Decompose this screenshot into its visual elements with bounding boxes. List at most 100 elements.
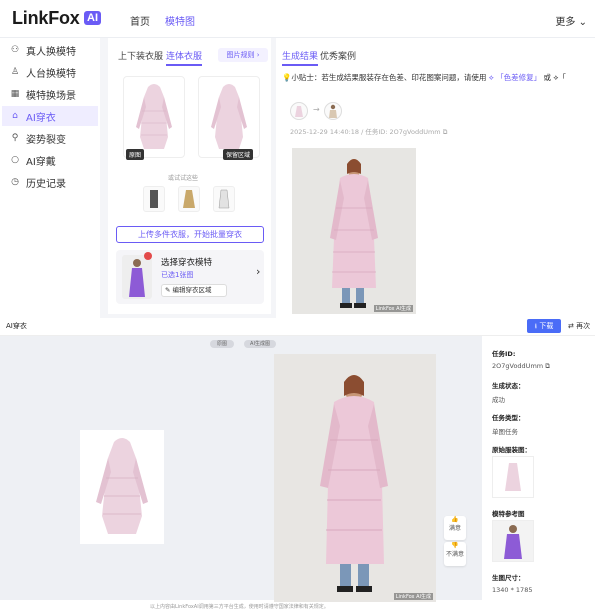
bulb-icon: 💡 — [282, 73, 292, 82]
sidebar-item-pose[interactable]: ⚲ 姿势裂变 — [2, 128, 98, 148]
coat-mask-image — [211, 84, 247, 149]
tip-text: 小贴士：若生成结果服装存在色差、印花图案问题，请使用 — [291, 73, 487, 82]
label-keep-area: 保留区域 — [223, 149, 254, 160]
tip-more: 「 — [558, 73, 566, 82]
chevron-right-icon[interactable]: › — [256, 265, 260, 278]
color-fix-icon: ⟡ — [488, 73, 494, 82]
unsatisfied-label: 不满意 — [445, 551, 464, 558]
person-icon: ⚇ — [10, 45, 20, 55]
regenerate-button[interactable]: ⇄ 再次 — [568, 321, 590, 331]
history-icon: ◷ — [11, 177, 19, 187]
top-bar: LinkFox AI 首页 模特图 更多 ⌄ — [0, 0, 595, 38]
edit-area-button[interactable]: ✎ 编辑穿衣区域 — [161, 284, 227, 297]
status-label: 生成状态： — [492, 382, 525, 390]
wear-icon: ○ — [11, 155, 19, 165]
download-button[interactable]: ⭳ 下载 — [527, 319, 561, 333]
model-card-title: 选择穿衣模特 — [161, 258, 213, 268]
upload-batch-button[interactable]: 上传多件衣服，开始批量穿衣 — [116, 226, 264, 243]
pen-icon: ✎ — [165, 286, 171, 294]
input-model-thumb[interactable] — [324, 102, 342, 120]
task-type-label: 任务类型： — [492, 414, 525, 422]
nav-more[interactable]: 更多 ⌄ — [555, 13, 587, 28]
coat-large-image — [96, 438, 148, 534]
model-wearing-coat-large — [274, 354, 436, 602]
detail-header: AI穿衣 ⭳ 下载 ⇄ 再次 — [0, 318, 595, 336]
chevron-down-icon: ⌄ — [578, 17, 587, 28]
footer-disclaimer: 以上内容由LinkFoxAI调用第三方平台生成，使用时请遵守国家法律和有关规定。 — [150, 604, 329, 610]
sidebar-item-label: AI穿戴 — [26, 156, 56, 168]
sidebar-item-history[interactable]: ◷ 历史记录 — [2, 172, 98, 192]
keep-area-image[interactable]: 保留区域 — [198, 76, 260, 160]
size-value: 1340 * 1785 — [492, 586, 533, 594]
pose-icon: ⚲ — [11, 133, 19, 143]
tip-or: 或 — [543, 73, 551, 82]
scene-icon: ▦ — [10, 89, 20, 99]
nav-model[interactable]: 模特图 — [165, 13, 195, 28]
unsatisfied-button[interactable]: 👎 不满意 — [444, 542, 466, 566]
generated-image-large[interactable]: LinkFox AI生成 — [274, 354, 436, 602]
copy-icon[interactable]: ⧉ — [443, 128, 448, 136]
sample-garment-2[interactable] — [178, 186, 200, 212]
sidebar-item-label: 真人换模特 — [26, 46, 76, 58]
sidebar-item-label: 人台换模特 — [26, 68, 76, 80]
tab-top-bottom[interactable]: 上下装衣服 — [118, 49, 163, 62]
result-image[interactable]: LinkFox AI生成 — [292, 148, 416, 314]
results-panel: 生成结果 优秀案例 💡小贴士：若生成结果服装存在色差、印花图案问题，请使用 ⟡ … — [276, 38, 595, 318]
ai-dress-icon: ⌂ — [12, 111, 18, 121]
mannequin-icon: ♙ — [10, 67, 20, 77]
model-ref-thumb[interactable] — [492, 520, 534, 562]
tab-onepiece[interactable]: 连体衣服 — [166, 49, 203, 66]
model-ref-label: 模特参考图 — [492, 510, 525, 518]
garment-panel: 上下装衣服 连体衣服 图片规则 › 原图 保留区域 或试试这些 上传多件衣服，开… — [108, 38, 271, 314]
tab-results[interactable]: 生成结果 — [282, 49, 319, 66]
arrow-right-icon: → — [313, 105, 320, 114]
result-timestamp: 2025-12-29 14:40:18 / 任务ID: 2O7gVoddUmm … — [290, 126, 447, 137]
coat-tan-icon — [183, 190, 195, 208]
color-fix-link[interactable]: 「色差修复」 — [496, 73, 541, 82]
label-original: 原图 — [126, 149, 145, 160]
original-garment-label: 原始服装图： — [492, 446, 531, 454]
detail-title: AI穿衣 — [6, 322, 27, 330]
edit-area-label: 编辑穿衣区域 — [172, 286, 212, 294]
sidebar-item-scene[interactable]: ▦ 模特换场景 — [2, 84, 98, 104]
pill-original[interactable]: 原图 — [210, 340, 234, 348]
detail-canvas: 原图 AI生成图 LinkFox AI生成 👍 满意 👎 不满意 以上内容由Li… — [0, 336, 482, 610]
logo-ai-badge: AI — [84, 11, 101, 25]
original-garment-thumb[interactable] — [492, 456, 534, 498]
model-selected-count: 已选1张图 — [161, 271, 194, 279]
nav-more-label: 更多 — [555, 17, 576, 28]
satisfied-button[interactable]: 👍 满意 — [444, 516, 466, 540]
example-rules-link[interactable]: 图片规则 › — [218, 48, 268, 62]
tab-cases[interactable]: 优秀案例 — [320, 49, 356, 62]
sidebar-item-label: AI穿衣 — [26, 112, 56, 124]
task-id-text: 2O7gVoddUmm — [492, 362, 544, 370]
remove-badge[interactable] — [144, 252, 152, 260]
sidebar-item-wear[interactable]: ○ AI穿戴 — [2, 150, 98, 170]
watermark: LinkFox AI生成 — [373, 305, 413, 312]
model-select-card[interactable]: 选择穿衣模特 已选1张图 › ✎ 编辑穿衣区域 — [116, 250, 264, 304]
sidebar-item-ai-dress[interactable]: ⌂ AI穿衣 — [2, 106, 98, 126]
thumbs-down-icon: 👎 — [451, 542, 459, 549]
sample-garment-1[interactable] — [143, 186, 165, 212]
sidebar-item-mannequin[interactable]: ♙ 人台换模特 — [2, 62, 98, 82]
task-info-panel: 任务ID: 2O7gVoddUmm ⧉ 生成状态： 成功 任务类型： 单图任务 … — [486, 336, 595, 600]
model-thumbnail — [122, 255, 152, 299]
input-garment-thumb[interactable] — [290, 102, 308, 120]
dress-dark-icon — [150, 190, 158, 208]
sidebar-item-real-model[interactable]: ⚇ 真人换模特 — [2, 40, 98, 60]
logo: LinkFox — [12, 8, 80, 28]
pill-ai-generated[interactable]: AI生成图 — [244, 340, 276, 348]
coat-thumb-icon — [505, 463, 521, 491]
sample-garment-3[interactable] — [213, 186, 235, 212]
model-purple-icon — [129, 259, 145, 297]
original-garment-large[interactable] — [80, 430, 164, 544]
dress-floral-icon — [218, 189, 230, 209]
coat-image — [136, 84, 172, 149]
task-id-value: 2O7gVoddUmm ⧉ — [492, 362, 550, 371]
detail-view: AI穿衣 ⭳ 下载 ⇄ 再次 原图 AI生成图 LinkFox AI生成 👍 满… — [0, 318, 595, 610]
watermark-large: LinkFox AI生成 — [393, 593, 433, 600]
size-label: 生图尺寸： — [492, 574, 525, 582]
nav-home[interactable]: 首页 — [130, 13, 150, 28]
original-garment-image[interactable]: 原图 — [123, 76, 185, 160]
copy-icon[interactable]: ⧉ — [545, 362, 550, 370]
